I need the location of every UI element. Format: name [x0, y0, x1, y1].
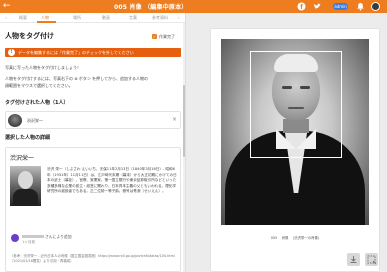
- remove-tag-icon[interactable]: ×: [172, 116, 177, 123]
- detail-person-photo: [10, 166, 41, 206]
- instruction-line-2: 顔範囲をマウスで選択してください。: [5, 83, 73, 88]
- source-citation: （参考：渋沢栄一 - 近代日本人の肖像（国立国会図書館）https://www.…: [10, 254, 175, 263]
- tab-overview[interactable]: 概要: [19, 15, 27, 21]
- active-tab-indicator: [37, 21, 56, 23]
- tag-section-header: 人物をタグ付け ✓ 作業完了: [0, 25, 185, 45]
- detail-person-name: 渋沢栄一: [10, 155, 35, 162]
- tagged-person-thumbnail: [8, 114, 22, 127]
- face-tag-frame[interactable]: [250, 51, 342, 158]
- person-biography: 渋沢 栄一（しぶさわ えいいち、天保11年2月13日（1840年3月16日）- …: [47, 167, 177, 194]
- left-panel: ‹ 概要 人物 場所 動画 言葉 参考資料 › 人物をタグ付け ✓ 作業完了 !…: [0, 13, 186, 272]
- info-banner-text: データを編集するには「作業完了」のチェックを外してください: [18, 50, 134, 55]
- bell-icon[interactable]: [356, 2, 365, 11]
- instruction-line-1: 人物をタグ付けするには、写真右下の ⊕ ボタン を押してから、追加する人物の: [5, 76, 149, 81]
- back-arrow-icon[interactable]: ←: [3, 1, 11, 11]
- tab-bar: ‹ 概要 人物 場所 動画 言葉 参考資料 ›: [0, 13, 185, 23]
- person-detail-card: 渋沢栄一 渋沢 栄一（しぶさわ えいいち、天保11年2月13日（1840年3月1…: [5, 147, 181, 272]
- admin-badge[interactable]: admin: [333, 3, 348, 10]
- tab-back-icon[interactable]: ‹: [5, 15, 7, 20]
- user-avatar[interactable]: [371, 2, 380, 11]
- facebook-icon[interactable]: f: [297, 2, 306, 11]
- image-caption: 005 肖像 (渋沢栄一の肖像): [270, 236, 320, 240]
- info-banner: ! データを編集するには「作業完了」のチェックを外してください: [5, 48, 181, 57]
- portrait-photo[interactable]: [221, 39, 369, 225]
- section-title: 人物をタグ付け: [5, 32, 54, 40]
- author-avatar: [11, 234, 19, 242]
- tab-forward-icon[interactable]: ›: [178, 15, 180, 20]
- tab-words[interactable]: 言葉: [129, 15, 137, 21]
- tagged-person-item[interactable]: 渋沢栄一 ×: [5, 111, 181, 129]
- tagged-person-name: 渋沢栄一: [27, 118, 43, 123]
- work-complete-label[interactable]: 作業完了: [159, 34, 175, 40]
- tab-references[interactable]: 参考資料: [152, 15, 168, 21]
- info-icon: !: [8, 49, 15, 56]
- image-sheet: 005 肖像 (渋沢栄一の肖像): [211, 29, 379, 271]
- document-title: 005 肖像 （編集中原本）: [114, 4, 188, 11]
- image-viewer: 005 肖像 (渋沢栄一の肖像): [187, 13, 387, 272]
- work-complete-checkbox[interactable]: ✓: [152, 34, 157, 39]
- detail-heading: 選択した人物の詳細: [5, 135, 51, 141]
- author-name-redacted: [22, 235, 44, 238]
- twitter-icon[interactable]: [313, 2, 322, 11]
- tagged-people-heading: タグ付けされた人物（1人）: [5, 100, 69, 106]
- svg-text:f: f: [300, 4, 303, 11]
- added-date: 1ヶ月前: [22, 240, 36, 244]
- add-tag-icon[interactable]: [365, 253, 378, 266]
- tab-places[interactable]: 場所: [73, 15, 81, 21]
- added-by-text: さんにより追加: [45, 234, 72, 239]
- tab-videos[interactable]: 動画: [102, 15, 110, 21]
- intro-text: 写真に写った人物をタグ付けしましょう！: [5, 65, 81, 70]
- download-icon[interactable]: [347, 253, 360, 266]
- scrollbar-thumb[interactable]: [183, 85, 185, 157]
- top-header: ← 005 肖像 （編集中原本） f admin: [0, 0, 387, 13]
